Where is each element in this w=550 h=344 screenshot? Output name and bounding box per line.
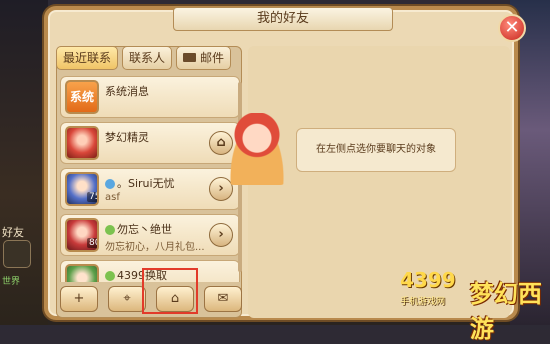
list-item[interactable]: 80 勿忘丶绝世 勿忘初心，八月礼包... › bbox=[60, 214, 240, 256]
chevron-right-icon: › bbox=[218, 181, 224, 196]
system-avatar: 系统 bbox=[65, 80, 99, 114]
tab-mail-label: 邮件 bbox=[200, 51, 225, 65]
watermark-brand: 4399 bbox=[400, 268, 456, 292]
highlight-box bbox=[142, 268, 198, 314]
watermark-site: 手机游戏网 bbox=[400, 297, 446, 307]
level-badge: 75 bbox=[87, 192, 97, 202]
friend-signature: asf bbox=[105, 192, 120, 203]
player-avatar: 80 bbox=[65, 218, 99, 252]
list-item[interactable]: 75 。Sirui无忧 asf › bbox=[60, 168, 240, 210]
tab-recent-contacts[interactable]: 最近联系 bbox=[56, 46, 119, 70]
tab-contacts[interactable]: 联系人 bbox=[122, 46, 173, 70]
chat-button[interactable]: ✉ bbox=[204, 286, 242, 312]
friend-name: 。Sirui无忧 bbox=[105, 175, 175, 191]
friend-signature: 勿忘初心，八月礼包... bbox=[105, 242, 205, 253]
chat-side-button[interactable] bbox=[3, 240, 31, 268]
sprite-avatar bbox=[65, 126, 99, 160]
dialog-title: 我的好友 bbox=[173, 7, 393, 31]
chat-icon: ✉ bbox=[217, 291, 229, 306]
location-icon: ⌖ bbox=[123, 291, 131, 306]
location-button[interactable]: ⌖ bbox=[108, 286, 146, 312]
friend-name: 系统消息 bbox=[105, 85, 149, 98]
mail-icon bbox=[183, 53, 197, 62]
friend-list: 系统 系统消息 梦幻精灵 ⌂ 75 。Sirui无忧 asf › 80 勿忘丶绝… bbox=[60, 76, 240, 282]
chat-prompt: 在左侧点选你要聊天的对象 bbox=[296, 128, 456, 172]
open-chat-button[interactable]: › bbox=[209, 223, 233, 247]
friends-side-label[interactable]: 好友 bbox=[2, 224, 24, 240]
online-status-icon bbox=[105, 179, 115, 189]
chevron-right-icon: › bbox=[218, 227, 224, 242]
world-channel-label[interactable]: 世界 bbox=[2, 274, 20, 287]
list-item[interactable]: 梦幻精灵 ⌂ bbox=[60, 122, 240, 164]
online-status-icon bbox=[105, 271, 115, 281]
player-avatar: 75 bbox=[65, 172, 99, 206]
tab-mail[interactable]: 邮件 bbox=[176, 46, 232, 70]
level-badge: 80 bbox=[87, 238, 97, 248]
dialog-tabs: 最近联系 联系人 邮件 bbox=[56, 46, 232, 70]
sprite-illustration bbox=[226, 113, 288, 185]
friend-name: 梦幻精灵 bbox=[105, 131, 149, 144]
list-item[interactable]: 系统 系统消息 bbox=[60, 76, 240, 118]
online-status-icon bbox=[105, 225, 115, 235]
add-friend-icon: + bbox=[73, 291, 85, 306]
game-logo: 梦幻西游 bbox=[470, 280, 542, 343]
friend-name-text: 勿忘丶绝世 bbox=[117, 223, 172, 236]
player-avatar bbox=[65, 264, 99, 282]
home-icon: ⌂ bbox=[216, 135, 226, 150]
friend-name: 勿忘丶绝世 bbox=[105, 221, 172, 237]
watermark: 4399 手机游戏网 梦幻西游 bbox=[400, 268, 548, 343]
friend-name-text: 。Sirui无忧 bbox=[117, 177, 175, 190]
close-button[interactable]: ✕ bbox=[498, 14, 526, 42]
add-friend-button[interactable]: + bbox=[60, 286, 98, 312]
